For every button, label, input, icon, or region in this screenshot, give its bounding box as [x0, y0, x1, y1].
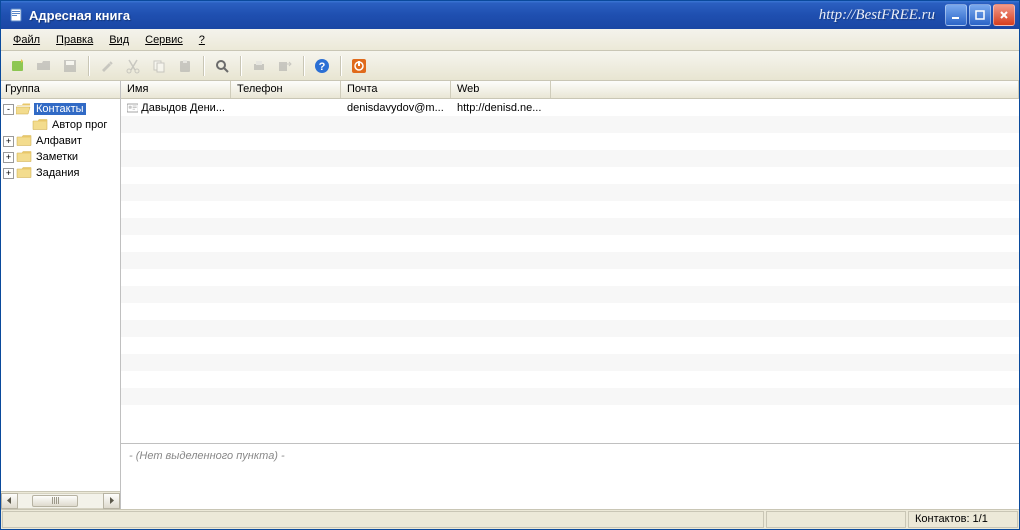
folder-icon — [16, 102, 32, 116]
table-row-empty — [121, 371, 1019, 388]
menu-edit[interactable]: Правка — [50, 32, 99, 48]
column-header[interactable]: Web — [451, 81, 551, 98]
titlebar: Адресная книга http://BestFREE.ru — [1, 1, 1019, 29]
tree-node-label[interactable]: Задания — [34, 167, 81, 179]
table-row-empty — [121, 354, 1019, 371]
scroll-track[interactable] — [18, 493, 103, 509]
tree-node-label[interactable]: Контакты — [34, 103, 86, 115]
sidebar-header: Группа — [1, 81, 120, 99]
cell-mail: denisdavydov@m... — [341, 102, 451, 114]
menu-view[interactable]: Вид — [103, 32, 135, 48]
tree-spacer — [19, 120, 30, 131]
folder-icon — [32, 118, 48, 132]
table-row-empty — [121, 269, 1019, 286]
paste-button — [174, 55, 196, 77]
menu-help[interactable]: ? — [193, 32, 211, 48]
table-row[interactable]: Давыдов Дени... denisdavydov@m...http://d… — [121, 99, 1019, 116]
tree-node[interactable]: + Алфавит — [1, 133, 120, 149]
toolbar: ? — [1, 51, 1019, 81]
cut-button — [122, 55, 144, 77]
maximize-button[interactable] — [969, 4, 991, 26]
watermark-url: http://BestFREE.ru — [819, 7, 935, 24]
status-left — [2, 511, 764, 528]
folder-icon — [16, 150, 32, 164]
table-row-empty — [121, 337, 1019, 354]
grid-header[interactable]: ИмяТелефонПочтаWeb — [121, 81, 1019, 99]
status-mid — [766, 511, 906, 528]
table-row-empty — [121, 218, 1019, 235]
table-row-empty — [121, 320, 1019, 337]
scroll-right-button[interactable] — [103, 493, 120, 509]
toolbar-separator — [203, 56, 204, 76]
tree-node-label[interactable]: Заметки — [34, 151, 80, 163]
tree-node[interactable]: + Задания — [1, 165, 120, 181]
tree-node-label[interactable]: Алфавит — [34, 135, 84, 147]
open-folder-button — [33, 55, 55, 77]
content: ИмяТелефонПочтаWeb Давыдов Дени... denisd… — [121, 81, 1019, 509]
tree-node[interactable]: + Заметки — [1, 149, 120, 165]
new-contact-button[interactable] — [7, 55, 29, 77]
save-button — [59, 55, 81, 77]
print-button — [248, 55, 270, 77]
help-button[interactable]: ? — [311, 55, 333, 77]
toolbar-separator — [88, 56, 89, 76]
search-button[interactable] — [211, 55, 233, 77]
table-row-empty — [121, 405, 1019, 422]
group-tree[interactable]: - Контакты Автор прог + Алфавит + Заметки + Зада… — [1, 99, 120, 491]
menu-service[interactable]: Сервис — [139, 32, 189, 48]
menu-file[interactable]: Файл — [7, 32, 46, 48]
detail-pane: - (Нет выделенного пункта) - — [121, 443, 1019, 509]
sidebar-hscrollbar[interactable] — [1, 491, 120, 509]
table-row-empty — [121, 235, 1019, 252]
table-row-empty — [121, 303, 1019, 320]
statusbar: Контактов: 1/1 — [1, 509, 1019, 529]
expand-icon[interactable]: + — [3, 152, 14, 163]
sidebar: Группа - Контакты Автор прог + Алфавит + Замет… — [1, 81, 121, 509]
column-header[interactable]: Почта — [341, 81, 451, 98]
close-button[interactable] — [993, 4, 1015, 26]
table-row-empty — [121, 150, 1019, 167]
power-button[interactable] — [348, 55, 370, 77]
folder-icon — [16, 134, 32, 148]
expand-icon[interactable]: + — [3, 168, 14, 179]
collapse-icon[interactable]: - — [3, 104, 14, 115]
tree-node-label[interactable]: Автор прог — [50, 119, 109, 131]
status-right: Контактов: 1/1 — [908, 511, 1018, 528]
tree-node[interactable]: Автор прог — [1, 117, 120, 133]
toolbar-separator — [303, 56, 304, 76]
table-row-empty — [121, 133, 1019, 150]
edit-button — [96, 55, 118, 77]
export-button — [274, 55, 296, 77]
contact-icon — [127, 102, 138, 114]
table-row-empty — [121, 116, 1019, 133]
app-icon — [9, 7, 25, 23]
svg-text:?: ? — [319, 61, 326, 73]
table-row-empty — [121, 252, 1019, 269]
toolbar-separator — [240, 56, 241, 76]
scroll-thumb[interactable] — [32, 495, 78, 507]
window-title: Адресная книга — [29, 8, 130, 23]
scroll-left-button[interactable] — [1, 493, 18, 509]
table-row-empty — [121, 184, 1019, 201]
cell-web: http://denisd.ne... — [451, 102, 551, 114]
cell-name: Давыдов Дени... — [121, 102, 231, 114]
folder-icon — [16, 166, 32, 180]
table-row-empty — [121, 201, 1019, 218]
table-row-empty — [121, 167, 1019, 184]
menubar: Файл Правка Вид Сервис ? — [1, 29, 1019, 51]
tree-node[interactable]: - Контакты — [1, 101, 120, 117]
column-header[interactable] — [551, 81, 1019, 98]
column-header[interactable]: Телефон — [231, 81, 341, 98]
grid-body[interactable]: Давыдов Дени... denisdavydov@m...http://d… — [121, 99, 1019, 443]
table-row-empty — [121, 388, 1019, 405]
copy-button — [148, 55, 170, 77]
table-row-empty — [121, 286, 1019, 303]
minimize-button[interactable] — [945, 4, 967, 26]
expand-icon[interactable]: + — [3, 136, 14, 147]
toolbar-separator — [340, 56, 341, 76]
column-header[interactable]: Имя — [121, 81, 231, 98]
